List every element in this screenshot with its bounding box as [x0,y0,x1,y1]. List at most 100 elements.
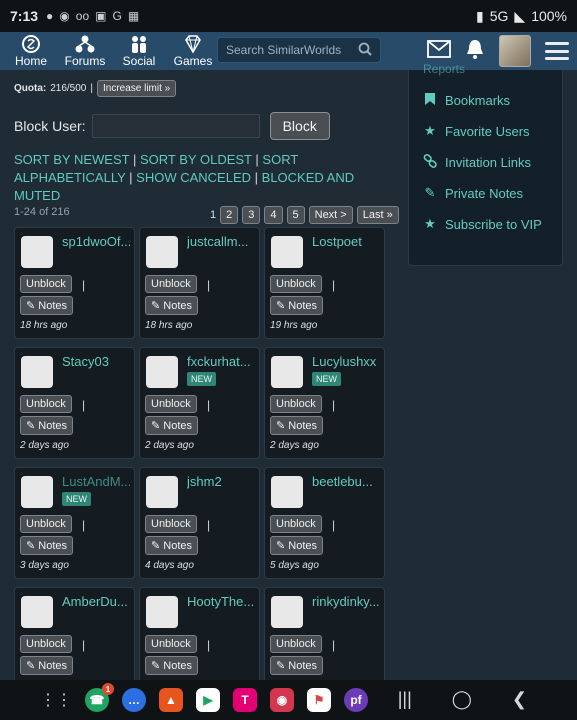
user-name-link[interactable]: justcallm... [187,234,255,249]
unblock-button[interactable]: Unblock [270,515,322,533]
unblock-button[interactable]: Unblock [145,395,197,413]
increase-limit-button[interactable]: Increase limit » [96,80,177,97]
user-name-link[interactable]: Lucylushxx [312,354,380,369]
notes-button[interactable]: ✎ Notes [20,416,74,435]
bell-icon[interactable] [465,38,485,65]
page-4-button[interactable]: 4 [264,206,283,224]
notes-label: Notes [288,300,318,312]
unblock-button[interactable]: Unblock [270,395,322,413]
user-name-link[interactable]: fxckurhat... [187,354,255,369]
last-page-button[interactable]: Last » [356,206,399,224]
new-badge: NEW [62,492,91,506]
pf-app-icon[interactable]: pf [344,688,368,712]
app-grid-icon[interactable]: ⋮⋮ [40,690,72,710]
block-button[interactable]: Block [269,112,330,140]
user-name-link[interactable]: rinkydinky... [312,594,380,609]
tmobile-icon[interactable]: T [233,688,257,712]
home-button-icon[interactable]: ◯ [452,689,472,710]
page-current: 1 [210,209,217,221]
unblock-button[interactable]: Unblock [270,275,322,293]
notes-button[interactable]: ✎ Notes [145,536,199,555]
page-3-button[interactable]: 3 [242,206,261,224]
side-item-favorite-users[interactable]: ★ Favorite Users [423,123,529,139]
recents-icon[interactable]: ||| [398,689,412,710]
user-avatar[interactable] [271,236,303,268]
user-name-link[interactable]: beetlebu... [312,474,380,489]
bottom-bar: ⋮⋮ ☎ 1 … ▲ ▶ T ◉ ⚑ pf ||| ◯ ❮ [0,680,577,720]
page-2-button[interactable]: 2 [220,206,239,224]
nav-home[interactable]: Home [8,34,54,68]
side-item-bookmarks[interactable]: Bookmarks [423,92,510,109]
user-avatar[interactable] [146,236,178,268]
unblock-button[interactable]: Unblock [145,635,197,653]
app-icon: ▣ [95,9,107,23]
notes-button[interactable]: ✎ Notes [270,416,324,435]
block-user-input[interactable] [91,114,260,138]
notes-button[interactable]: ✎ Notes [20,656,74,675]
side-item-subscribe-vip[interactable]: ★ Subscribe to VIP [423,216,542,232]
nav-games[interactable]: Games [170,34,216,68]
user-name-link[interactable]: Lostpoet [312,234,380,249]
page-5-button[interactable]: 5 [286,206,305,224]
quota-label: Quota: [14,83,47,94]
forums-icon [74,34,96,54]
notes-button[interactable]: ✎ Notes [270,296,324,315]
user-name-link[interactable]: LustAndM... [62,474,130,489]
user-avatar[interactable] [21,356,53,388]
nav-social[interactable]: Social [116,34,162,68]
brave-icon[interactable]: ▲ [159,688,183,712]
star-icon: ★ [424,216,436,231]
notes-button[interactable]: ✎ Notes [270,656,324,675]
side-panel-header[interactable]: Reports [423,62,465,76]
unblock-button[interactable]: Unblock [20,515,72,533]
user-name-link[interactable]: AmberDu... [62,594,130,609]
avatar[interactable] [499,35,531,67]
side-item-private-notes[interactable]: ✎ Private Notes [423,185,524,201]
notes-button[interactable]: ✎ Notes [20,536,74,555]
notes-button[interactable]: ✎ Notes [20,296,74,315]
user-name-link[interactable]: Stacy03 [62,354,130,369]
unblock-button[interactable]: Unblock [270,635,322,653]
unblock-button[interactable]: Unblock [20,635,72,653]
user-name-link[interactable]: HootyThe... [187,594,255,609]
hamburger-icon[interactable] [545,42,569,60]
user-avatar[interactable] [21,596,53,628]
phone-icon[interactable]: ☎ 1 [85,683,114,712]
google-icon: G [112,9,122,23]
back-icon[interactable]: ❮ [512,689,527,710]
user-avatar[interactable] [271,596,303,628]
notes-button[interactable]: ✎ Notes [145,416,199,435]
user-name-link[interactable]: jshm2 [187,474,255,489]
button-sep: | [82,638,86,652]
mail-icon[interactable] [427,39,451,63]
unblock-button[interactable]: Unblock [145,275,197,293]
user-avatar[interactable] [271,476,303,508]
unblock-button[interactable]: Unblock [145,515,197,533]
user-avatar[interactable] [146,356,178,388]
show-canceled-link[interactable]: SHOW CANCELED [136,170,251,185]
user-avatar[interactable] [21,476,53,508]
sort-newest-link[interactable]: SORT BY NEWEST [14,152,129,167]
sort-oldest-link[interactable]: SORT BY OLDEST [140,152,252,167]
search-placeholder: Search SimilarWorlds [226,43,342,57]
search-input[interactable]: Search SimilarWorlds [217,37,381,63]
user-avatar[interactable] [146,476,178,508]
notes-button[interactable]: ✎ Notes [145,656,199,675]
user-avatar[interactable] [21,236,53,268]
unblock-button[interactable]: Unblock [20,395,72,413]
nav-forums[interactable]: Forums [62,34,108,68]
nav-home-label: Home [14,54,47,68]
unblock-button[interactable]: Unblock [20,275,72,293]
maps-icon[interactable]: ⚑ [307,688,331,712]
notes-button[interactable]: ✎ Notes [145,296,199,315]
user-avatar[interactable] [271,356,303,388]
side-item-invitation-links[interactable]: Invitation Links [423,153,531,171]
user-avatar[interactable] [146,596,178,628]
notes-button[interactable]: ✎ Notes [270,536,324,555]
camera-icon[interactable]: ◉ [270,688,294,712]
next-page-button[interactable]: Next > [308,206,353,224]
search-icon[interactable] [358,42,372,59]
user-name-link[interactable]: sp1dwoOf... [62,234,130,249]
messages-icon[interactable]: … [122,688,146,712]
play-store-icon[interactable]: ▶ [196,688,220,712]
